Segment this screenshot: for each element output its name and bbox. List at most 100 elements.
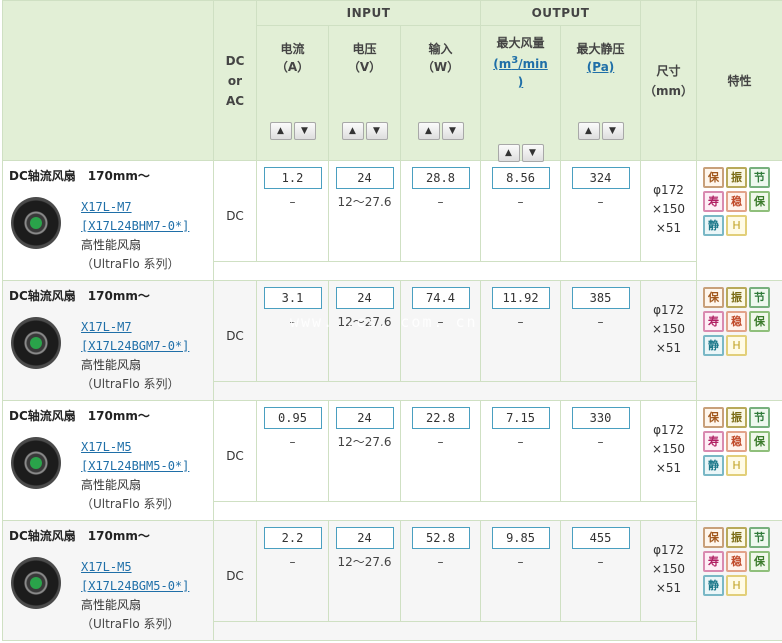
sort-up-icon[interactable]: ▲ [417,122,440,140]
feature-quiet-icon[interactable]: 静 [703,455,725,476]
product-model-link[interactable]: X17L-M5 [81,560,132,574]
airflow-sub: – [517,195,524,209]
header-features: 特性 [696,0,782,161]
product-model-link[interactable]: X17L-M7 [81,320,132,334]
pressure-unit-link[interactable]: (Pa) [587,60,615,74]
feature-energy-saving-icon[interactable]: 节 [749,167,771,188]
sort-up-icon[interactable]: ▲ [497,144,520,162]
sort-down-icon[interactable]: ▼ [601,122,624,140]
current-cell: 0.95 – [256,400,329,502]
feature-vibration-icon[interactable]: 振 [726,407,748,428]
feature-stable-icon[interactable]: 稳 [726,191,748,212]
feature-high-icon[interactable]: H [726,215,748,236]
product-code-link[interactable]: [X17L24BGM5-0*] [81,579,189,593]
pressure-cell: 330 – [560,400,642,502]
airflow-unit-post: /min ) [517,57,548,89]
product-series: （UltraFlo 系列） [81,617,180,631]
features-cell: 保振节寿稳保静H [696,280,782,401]
feature-high-icon[interactable]: H [726,335,748,356]
feature-vibration-icon[interactable]: 振 [726,527,748,548]
feature-long-life-icon[interactable]: 寿 [703,551,725,572]
feature-badges: 保振节寿稳保静H [703,527,782,596]
feature-stable-icon[interactable]: 稳 [726,431,748,452]
product-series: （UltraFlo 系列） [81,257,180,271]
feature-stable-icon[interactable]: 稳 [726,311,748,332]
fan-image[interactable] [11,197,61,249]
sort-power: ▲ ▼ [417,122,464,140]
sort-down-icon[interactable]: ▼ [521,144,544,162]
current-sub: – [289,195,296,209]
feature-energy-saving-icon[interactable]: 节 [749,407,771,428]
airflow-value: 11.92 [491,287,550,309]
product-code-link[interactable]: [X17L24BHM7-0*] [81,219,189,233]
fan-image[interactable] [11,317,61,369]
product-title: DC轴流风扇 170mm～ [9,409,150,423]
feature-warranty-icon[interactable]: 保 [703,287,725,308]
product-code-link[interactable]: [X17L24BGM7-0*] [81,339,189,353]
header-features-label: 特性 [727,73,752,88]
product-meta: X17L-M7 [X17L24BHM7-0*] 高性能风扇 （UltraFlo … [81,198,189,274]
feature-energy-saving-icon[interactable]: 节 [749,287,771,308]
feature-protection-icon[interactable]: 保 [749,191,771,212]
sort-up-icon[interactable]: ▲ [577,122,600,140]
feature-badges: 保振节寿稳保静H [703,407,782,476]
feature-high-icon[interactable]: H [726,575,748,596]
pressure-sub: – [597,435,604,449]
dc-ac-value: DC [213,160,257,262]
feature-quiet-icon[interactable]: 静 [703,215,725,236]
row-spacer-cell [212,381,698,401]
airflow-cell: 7.15 – [480,400,562,502]
airflow-unit-link[interactable]: (m3/min ) [493,55,548,89]
airflow-cell: 8.56 – [480,160,562,262]
product-desc: 高性能风扇 [81,598,142,612]
product-model-link[interactable]: X17L-M5 [81,440,132,454]
product-desc: 高性能风扇 [81,478,142,492]
product-cell: DC轴流风扇 170mm～ X17L-M5 [X17L24BHM5-0*] 高性… [2,400,214,521]
fan-image[interactable] [11,437,61,489]
product-desc: 高性能风扇 [81,358,142,372]
pressure-sub: – [597,315,604,329]
table-row: DC轴流风扇 170mm～ X17L-M7 [X17L24BGM7-0*] 高性… [2,280,782,401]
feature-vibration-icon[interactable]: 振 [726,287,748,308]
sort-pressure: ▲ ▼ [577,122,624,140]
airflow-sub: – [517,435,524,449]
header-power: 输入 （W） ▲ ▼ [399,25,482,161]
current-sub: – [289,315,296,329]
feature-quiet-icon[interactable]: 静 [703,575,725,596]
voltage-sub: 12～27.6 [337,195,392,209]
sort-up-icon[interactable]: ▲ [341,122,364,140]
product-code-link[interactable]: [X17L24BHM5-0*] [81,459,189,473]
sort-down-icon[interactable]: ▼ [293,122,316,140]
product-model-link[interactable]: X17L-M7 [81,200,132,214]
power-value: 22.8 [411,407,470,429]
feature-vibration-icon[interactable]: 振 [726,167,748,188]
feature-warranty-icon[interactable]: 保 [703,407,725,428]
sort-up-icon[interactable]: ▲ [269,122,292,140]
feature-long-life-icon[interactable]: 寿 [703,431,725,452]
feature-warranty-icon[interactable]: 保 [703,527,725,548]
table-row: DC轴流风扇 170mm～ X17L-M5 [X17L24BHM5-0*] 高性… [2,400,782,521]
feature-long-life-icon[interactable]: 寿 [703,311,725,332]
fan-image[interactable] [11,557,61,609]
feature-quiet-icon[interactable]: 静 [703,335,725,356]
size-cell: φ172 ×150 ×51 [640,520,698,622]
feature-long-life-icon[interactable]: 寿 [703,191,725,212]
header-airflow: 最大风量 (m3/min ) ▲ ▼ [480,25,562,162]
feature-high-icon[interactable]: H [726,455,748,476]
header-size-label: 尺寸 （mm） [644,63,694,98]
header-pressure-title: 最大静压 [576,42,625,56]
sort-down-icon[interactable]: ▼ [365,122,388,140]
feature-protection-icon[interactable]: 保 [749,551,771,572]
power-cell: 22.8 – [399,400,482,502]
header-airflow-title: 最大风量 [496,36,545,50]
size-cell: φ172 ×150 ×51 [640,400,698,502]
feature-warranty-icon[interactable]: 保 [703,167,725,188]
current-cell: 1.2 – [256,160,329,262]
feature-energy-saving-icon[interactable]: 节 [749,527,771,548]
feature-protection-icon[interactable]: 保 [749,311,771,332]
feature-stable-icon[interactable]: 稳 [726,551,748,572]
power-sub: – [437,555,444,569]
sort-down-icon[interactable]: ▼ [441,122,464,140]
voltage-cell: 24 12～27.6 [328,160,401,262]
feature-protection-icon[interactable]: 保 [749,431,771,452]
